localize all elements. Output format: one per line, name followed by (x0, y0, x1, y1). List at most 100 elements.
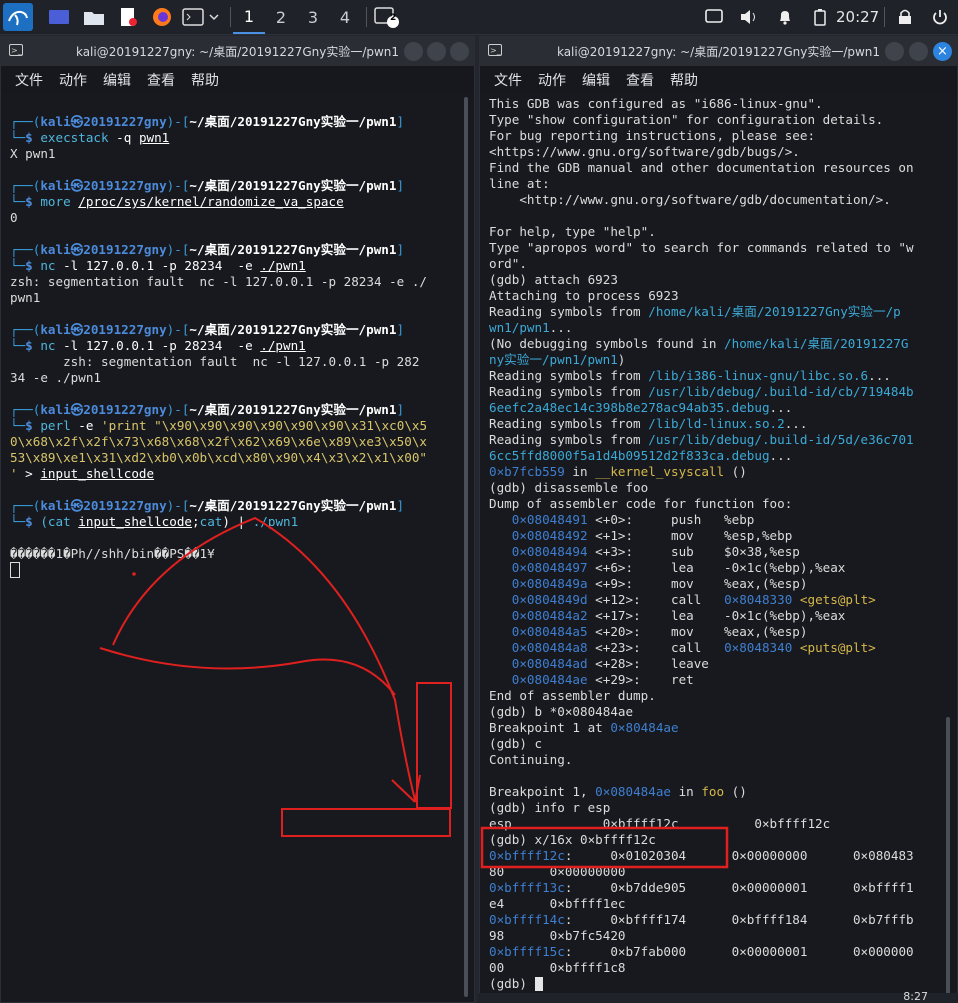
notification-bell-icon[interactable] (773, 3, 797, 31)
terminal-line: 34 -e ./pwn1 (10, 370, 101, 385)
terminal-line: (No debugging symbols found in /home/kal… (489, 336, 909, 351)
terminal-line: e4 0×bffff1ec (489, 896, 626, 911)
right-terminal-window[interactable]: >_ kali@20191227gny: ~/桌面/20191227Gny实验一… (479, 36, 958, 1003)
terminal-line: ord". (489, 256, 527, 271)
terminal-line: zsh: segmentation fault nc -l 127.0.0.1 … (10, 274, 428, 289)
terminal-line: <https://www.gnu.org/software/gdb/bugs/>… (489, 144, 800, 159)
terminal-line: ┌──(kali㉿20191227gny)-[~/桌面/20191227Gny实… (10, 322, 405, 337)
terminal-line: (gdb) (489, 976, 943, 992)
terminal-line: esp 0×bffff12c 0×bffff12c (489, 816, 831, 831)
terminal-launcher-icon[interactable] (180, 3, 224, 31)
terminal-line: └─$ more /proc/sys/kernel/randomize_va_s… (10, 194, 344, 209)
firefox-icon[interactable] (148, 3, 176, 31)
terminal-line: pwn1 (10, 290, 41, 305)
terminal-line: ┌──(kali㉿20191227gny)-[~/桌面/20191227Gny实… (10, 178, 405, 193)
power-icon[interactable] (928, 3, 952, 31)
terminal-line: 0 (10, 210, 18, 225)
minimize-button[interactable] (404, 42, 423, 61)
terminal-line: 80 0×00000000 (489, 864, 626, 879)
terminal-line: ny实验一/pwn1/pwn1) (489, 352, 626, 367)
workspace-4[interactable]: 4 (329, 0, 361, 34)
terminal-line: 53\x89\xe1\x31\xd2\xb0\x0b\xcd\x80\x90\x… (10, 450, 428, 465)
volume-icon[interactable] (737, 3, 761, 31)
terminal-line: zsh: segmentation fault nc -l 127.0.0.1 … (10, 354, 420, 369)
terminal-line: 0×0804849a <+9>: mov %eax,(%esp) (489, 576, 808, 591)
terminal-line: └─$ nc -l 127.0.0.1 -p 28234 -e ./pwn1 (10, 258, 306, 273)
left-titlebar[interactable]: >_ kali@20191227gny: ~/桌面/20191227Gny实验一… (1, 37, 474, 66)
terminal-task-icon[interactable]: 2 (372, 3, 402, 31)
menu-view[interactable]: 查看 (147, 70, 175, 90)
left-scrollbar[interactable] (464, 97, 468, 997)
terminal-line: 0×08048491 <+0>: push %ebp (489, 512, 755, 527)
left-menubar: 文件 动作 编辑 查看 帮助 (1, 66, 474, 94)
battery-icon[interactable] (810, 3, 830, 31)
kali-menu-icon[interactable] (3, 3, 33, 31)
menu-file[interactable]: 文件 (15, 70, 43, 90)
terminal-line: For help, type "help". (489, 224, 656, 239)
menu-edit[interactable]: 编辑 (582, 70, 610, 90)
menu-action[interactable]: 动作 (59, 70, 87, 90)
terminal-line: 0×b7fcb559 in __kernel_vsyscall () (489, 464, 747, 479)
bottom-tray: 8:27 (478, 990, 958, 1003)
menu-help[interactable]: 帮助 (191, 70, 219, 90)
clock[interactable]: 20:27 (836, 0, 879, 34)
workspace-3[interactable]: 3 (297, 0, 329, 34)
menu-file[interactable]: 文件 (494, 70, 522, 90)
menu-action[interactable]: 动作 (538, 70, 566, 90)
right-titlebar[interactable]: >_ kali@20191227gny: ~/桌面/20191227Gny实验一… (480, 37, 957, 66)
terminal-line: └─$ perl -e 'print "\x90\x90\x90\x90\x90… (10, 418, 428, 433)
desktop-icon[interactable] (44, 3, 74, 31)
terminal-line: 6cc5ffd8000f5a1d4b09512d2f833ca.debug... (489, 448, 793, 463)
maximize-button[interactable] (427, 42, 446, 61)
terminal-line: (gdb) b *0×080484ae (489, 704, 634, 719)
close-button[interactable]: × (933, 42, 952, 61)
terminal-line: Type "show configuration" for configurat… (489, 112, 884, 127)
terminal-line: Reading symbols from /usr/lib/debug/.bui… (489, 432, 914, 447)
workspace-2[interactable]: 2 (265, 0, 297, 34)
left-window-title: kali@20191227gny: ~/桌面/20191227Gny实验一/pw… (75, 45, 400, 59)
terminal-line: 0×08048497 <+6>: lea -0×1c(%ebp),%eax (489, 560, 846, 575)
menu-view[interactable]: 查看 (626, 70, 654, 90)
terminal-line: 0×bffff14c: 0×bffff174 0×bffff184 0×b7ff… (489, 912, 914, 927)
terminal-line: (gdb) disassemble foo (489, 480, 649, 495)
terminal-line: (gdb) attach 6923 (489, 272, 618, 287)
text-editor-icon[interactable] (114, 3, 142, 31)
right-scrollbar[interactable] (946, 717, 950, 997)
terminal-line: Reading symbols from /lib/ld-linux.so.2.… (489, 416, 808, 431)
terminal-line: Dump of assembler code for function foo: (489, 496, 793, 511)
menu-help[interactable]: 帮助 (670, 70, 698, 90)
terminal-line: Reading symbols from /home/kali/桌面/20191… (489, 304, 901, 319)
terminal-line: └─$ (cat input_shellcode;cat) | ./pwn1 (10, 514, 299, 529)
close-button[interactable] (450, 42, 469, 61)
workspace-1[interactable]: 1 (233, 0, 265, 34)
file-manager-icon[interactable] (80, 3, 108, 31)
left-terminal-output[interactable]: ┌──(kali㉿20191227gny)-[~/桌面/20191227Gny实… (10, 114, 462, 1002)
left-terminal-window[interactable]: >_ kali@20191227gny: ~/桌面/20191227Gny实验一… (0, 36, 475, 1003)
terminal-line: ┌──(kali㉿20191227gny)-[~/桌面/20191227Gny实… (10, 498, 405, 513)
terminal-line: ������1�Ph//shh/bin��PS��1¥ (10, 546, 215, 561)
terminal-line: Type "apropos word" to search for comman… (489, 240, 914, 255)
terminal-icon: >_ (9, 44, 23, 56)
maximize-button[interactable] (909, 42, 928, 61)
terminal-line: Find the GDB manual and other documentat… (489, 160, 914, 175)
menu-edit[interactable]: 编辑 (103, 70, 131, 90)
terminal-line: This GDB was configured as "i686-linux-g… (489, 96, 823, 111)
right-terminal-output[interactable]: This GDB was configured as "i686-linux-g… (489, 96, 943, 1002)
terminal-line: Breakpoint 1 at 0×80484ae (489, 720, 679, 735)
display-icon[interactable] (702, 3, 726, 31)
lock-icon[interactable] (894, 3, 916, 31)
terminal-line: 0×080484a5 <+20>: mov %eax,(%esp) (489, 624, 808, 639)
terminal-line: X pwn1 (10, 146, 56, 161)
minimize-button[interactable] (885, 42, 904, 61)
terminal-line: line at: (489, 176, 550, 191)
terminal-line: 0×bffff15c: 0×b7fab000 0×00000001 0×0000… (489, 944, 914, 959)
terminal-line: wn1/pwn1... (489, 320, 573, 335)
terminal-line: Reading symbols from /usr/lib/debug/.bui… (489, 384, 914, 399)
terminal-line: ┌──(kali㉿20191227gny)-[~/桌面/20191227Gny实… (10, 114, 405, 129)
tray-time: 8:27 (903, 990, 928, 1003)
top-panel: 1 2 3 4 2 20:27 (0, 0, 958, 35)
terminal-line: 0×bffff12c: 0×01020304 0×00000000 0×0804… (489, 848, 914, 863)
